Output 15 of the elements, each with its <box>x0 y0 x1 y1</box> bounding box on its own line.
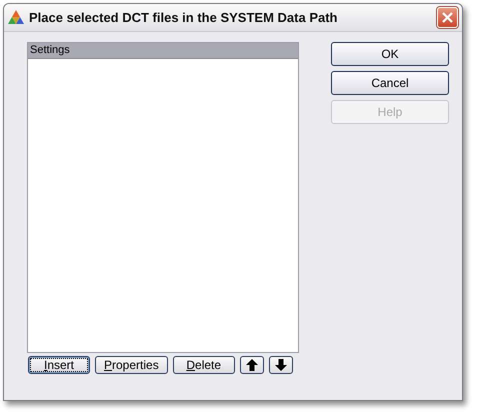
triangle-logo-icon <box>8 10 24 25</box>
column-header: Settings <box>28 43 298 59</box>
close-button[interactable] <box>437 7 458 28</box>
move-down-button[interactable] <box>268 356 293 374</box>
dialog-button[interactable]: Cancel <box>331 71 449 95</box>
dialog-button[interactable]: OK <box>331 42 449 66</box>
list-button[interactable]: Delete <box>172 356 235 374</box>
window-title: Place selected DCT files in the SYSTEM Data Path <box>29 10 338 25</box>
up-arrow-icon <box>246 359 258 371</box>
list-button[interactable]: Properties <box>95 356 168 374</box>
list-button[interactable]: Insert <box>28 356 90 374</box>
close-icon <box>442 12 453 23</box>
move-up-button[interactable] <box>240 356 264 374</box>
settings-list[interactable]: Settings <box>27 42 299 353</box>
down-arrow-icon <box>274 359 287 371</box>
